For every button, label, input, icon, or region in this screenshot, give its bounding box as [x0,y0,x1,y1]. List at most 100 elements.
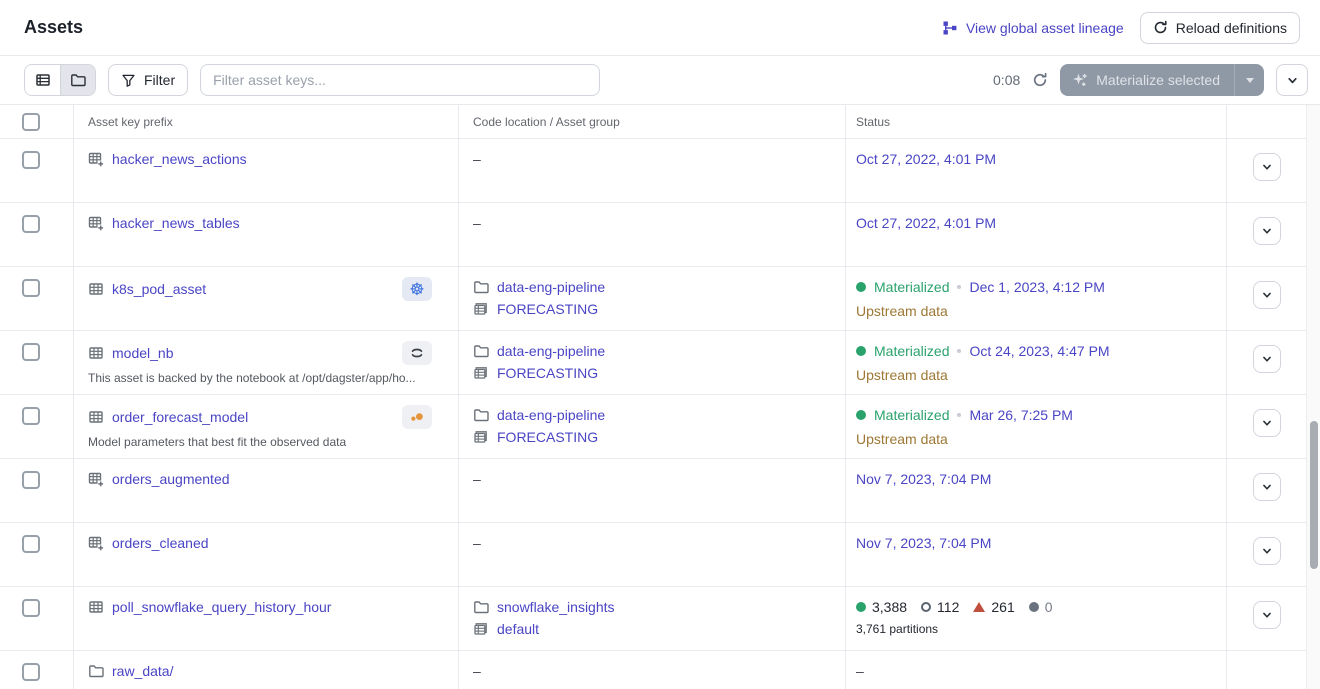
materialization-date-link[interactable]: Oct 27, 2022, 4:01 PM [856,215,996,231]
code-location-link[interactable]: snowflake_insights [497,599,615,615]
toolbar: Filter 0:08 Materialize selected [0,56,1320,104]
row-expand-button[interactable] [1253,281,1281,309]
row-expand-button[interactable] [1253,537,1281,565]
materialization-date-link[interactable]: Oct 27, 2022, 4:01 PM [856,151,996,167]
table-row: k8s_pod_asset ☸ data-eng-pipeline FORECA… [0,267,1320,331]
code-location-link[interactable]: data-eng-pipeline [497,279,605,295]
empty-location: – [473,151,481,167]
asset-key-link[interactable]: model_nb [112,345,174,361]
materialized-dot [856,282,866,292]
table-icon [88,281,104,297]
asset-group-link[interactable]: default [497,621,539,637]
row-checkbox[interactable] [22,663,40,681]
materialized-dot [856,410,866,420]
separator-dot [957,413,961,417]
lineage-link-label: View global asset lineage [966,20,1124,36]
missing-partitions-ring [921,602,931,612]
queued-partitions-count: 0 [1045,599,1053,615]
funnel-icon [121,73,136,88]
asset-group-icon [473,365,489,381]
materialize-selected-button[interactable]: Materialize selected [1060,64,1234,96]
asset-key-link[interactable]: raw_data/ [112,663,173,679]
folder-icon [88,663,104,679]
materialization-date-link[interactable]: Nov 7, 2023, 7:04 PM [856,471,991,487]
table-row: poll_snowflake_query_history_hour snowfl… [0,587,1320,651]
row-expand-button[interactable] [1253,473,1281,501]
row-expand-button[interactable] [1253,217,1281,245]
code-location-link[interactable]: data-eng-pipeline [497,407,605,423]
table-row: order_forecast_model Model parameters th… [0,395,1320,459]
toolbar-more-button[interactable] [1276,64,1308,96]
row-expand-button[interactable] [1253,601,1281,629]
materialization-date-link[interactable]: Nov 7, 2023, 7:04 PM [856,535,991,551]
folder-view-toggle[interactable] [60,65,95,95]
kubernetes-icon: ☸ [402,277,432,301]
missing-partitions-count: 112 [937,599,959,615]
row-checkbox[interactable] [22,343,40,361]
table-plus-icon [88,215,104,231]
asset-filter-input[interactable] [200,64,600,96]
asset-group-link[interactable]: FORECASTING [497,429,598,445]
select-all-checkbox[interactable] [22,113,40,131]
chevron-down-icon [1260,480,1274,494]
asset-key-link[interactable]: k8s_pod_asset [112,281,206,297]
row-checkbox[interactable] [22,471,40,489]
table-plus-icon [88,535,104,551]
materialize-selected-label: Materialize selected [1096,72,1220,88]
materialization-date-link[interactable]: Dec 1, 2023, 4:12 PM [969,279,1104,295]
asset-group-icon [473,429,489,445]
row-expand-button[interactable] [1253,409,1281,437]
list-view-toggle[interactable] [25,65,60,95]
asset-group-link[interactable]: FORECASTING [497,301,598,317]
reload-definitions-button[interactable]: Reload definitions [1140,12,1300,44]
materialize-options-caret[interactable] [1234,64,1264,96]
asset-description: This asset is backed by the notebook at … [88,371,432,385]
materialization-date-link[interactable]: Mar 26, 7:25 PM [969,407,1073,423]
table-row: raw_data/ – – [0,651,1320,689]
status-label: Materialized [874,407,949,423]
table-row: hacker_news_tables – Oct 27, 2022, 4:01 … [0,203,1320,267]
row-checkbox[interactable] [22,599,40,617]
failed-partitions-count: 261 [991,599,1014,615]
asset-key-link[interactable]: order_forecast_model [112,409,248,425]
asset-key-link[interactable]: orders_cleaned [112,535,209,551]
separator-dot [957,285,961,289]
asset-group-icon [473,621,489,637]
table-icon [88,409,104,425]
chevron-down-icon [1260,224,1274,238]
chevron-down-icon [1260,544,1274,558]
row-checkbox[interactable] [22,215,40,233]
view-mode-toggle [24,64,96,96]
view-global-asset-lineage-link[interactable]: View global asset lineage [942,20,1124,36]
code-location-link[interactable]: data-eng-pipeline [497,343,605,359]
title-bar: Assets View global asset lineage Reload … [0,0,1320,56]
scrollbar-thumb[interactable] [1310,421,1318,569]
chevron-down-icon [1260,608,1274,622]
status-label: Materialized [874,279,949,295]
row-checkbox[interactable] [22,279,40,297]
empty-location: – [473,215,481,231]
list-view-icon [35,72,51,88]
status-label: Materialized [874,343,949,359]
refresh-icon [1032,72,1048,88]
asset-key-link[interactable]: poll_snowflake_query_history_hour [112,599,331,615]
row-expand-button[interactable] [1253,153,1281,181]
sparkle-icon [1072,72,1088,88]
empty-location: – [473,663,481,679]
row-expand-button[interactable] [1253,345,1281,373]
folder-icon [473,407,489,423]
scrollbar-track[interactable] [1306,105,1320,689]
filter-button[interactable]: Filter [108,64,188,96]
asset-group-link[interactable]: FORECASTING [497,365,598,381]
table-plus-icon [88,471,104,487]
asset-key-link[interactable]: hacker_news_tables [112,215,240,231]
row-checkbox[interactable] [22,151,40,169]
failed-partitions-triangle [973,602,985,612]
asset-key-link[interactable]: orders_augmented [112,471,230,487]
materialization-date-link[interactable]: Oct 24, 2023, 4:47 PM [969,343,1109,359]
refresh-countdown: 0:08 [993,72,1020,88]
asset-key-link[interactable]: hacker_news_actions [112,151,247,167]
row-checkbox[interactable] [22,407,40,425]
refresh-button[interactable] [1032,72,1048,88]
row-checkbox[interactable] [22,535,40,553]
